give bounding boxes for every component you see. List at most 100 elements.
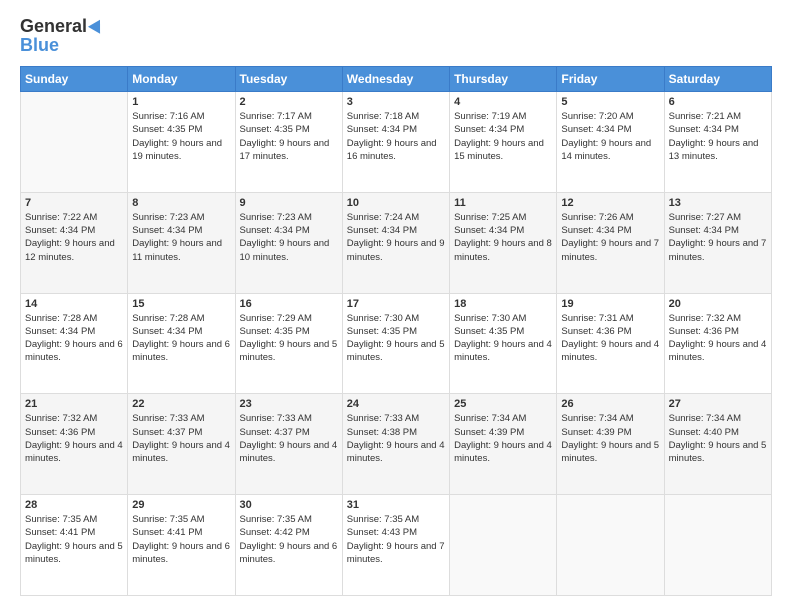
day-number: 31 [347,499,445,511]
table-row: 6 Sunrise: 7:21 AMSunset: 4:34 PMDaylight… [664,92,771,193]
day-number: 2 [240,96,338,108]
table-row: 1 Sunrise: 7:16 AMSunset: 4:35 PMDaylight… [128,92,235,193]
table-row [21,92,128,193]
day-number: 24 [347,398,445,410]
table-row: 18 Sunrise: 7:30 AMSunset: 4:35 PMDayligh… [450,293,557,394]
table-row: 23 Sunrise: 7:33 AMSunset: 4:37 PMDayligh… [235,394,342,495]
day-info: Sunrise: 7:34 AMSunset: 4:39 PMDaylight:… [454,412,552,465]
calendar-header-row: Sunday Monday Tuesday Wednesday Thursday… [21,67,772,92]
table-row: 29 Sunrise: 7:35 AMSunset: 4:41 PMDayligh… [128,495,235,596]
table-row [450,495,557,596]
day-info: Sunrise: 7:28 AMSunset: 4:34 PMDaylight:… [132,312,230,365]
day-number: 26 [561,398,659,410]
table-row: 30 Sunrise: 7:35 AMSunset: 4:42 PMDayligh… [235,495,342,596]
day-info: Sunrise: 7:35 AMSunset: 4:41 PMDaylight:… [132,513,230,566]
day-number: 12 [561,197,659,209]
day-number: 16 [240,298,338,310]
day-info: Sunrise: 7:21 AMSunset: 4:34 PMDaylight:… [669,110,767,163]
day-number: 1 [132,96,230,108]
day-number: 9 [240,197,338,209]
table-row: 19Sunrise: 7:31 AMSunset: 4:36 PMDayligh… [557,293,664,394]
day-number: 6 [669,96,767,108]
day-number: 14 [25,298,123,310]
day-number: 18 [454,298,552,310]
day-info: Sunrise: 7:30 AMSunset: 4:35 PMDaylight:… [347,312,445,365]
table-row: 10 Sunrise: 7:24 AMSunset: 4:34 PMDayligh… [342,192,449,293]
day-number: 30 [240,499,338,511]
day-number: 20 [669,298,767,310]
day-info: Sunrise: 7:23 AMSunset: 4:34 PMDaylight:… [240,211,338,264]
day-number: 28 [25,499,123,511]
table-row: 8 Sunrise: 7:23 AMSunset: 4:34 PMDaylight… [128,192,235,293]
table-row: 3Sunrise: 7:18 AMSunset: 4:34 PMDaylight… [342,92,449,193]
col-saturday: Saturday [664,67,771,92]
table-row: 25 Sunrise: 7:34 AMSunset: 4:39 PMDayligh… [450,394,557,495]
day-number: 27 [669,398,767,410]
day-number: 15 [132,298,230,310]
day-info: Sunrise: 7:22 AMSunset: 4:34 PMDaylight:… [25,211,123,264]
table-row [557,495,664,596]
table-row: 22 Sunrise: 7:33 AMSunset: 4:37 PMDayligh… [128,394,235,495]
table-row: 21 Sunrise: 7:32 AMSunset: 4:36 PMDayligh… [21,394,128,495]
table-row: 27Sunrise: 7:34 AMSunset: 4:40 PMDayligh… [664,394,771,495]
day-number: 25 [454,398,552,410]
day-number: 23 [240,398,338,410]
table-row: 9 Sunrise: 7:23 AMSunset: 4:34 PMDaylight… [235,192,342,293]
day-number: 7 [25,197,123,209]
table-row: 17 Sunrise: 7:30 AMSunset: 4:35 PMDayligh… [342,293,449,394]
day-info: Sunrise: 7:31 AMSunset: 4:36 PMDaylight:… [561,312,659,365]
day-number: 22 [132,398,230,410]
day-info: Sunrise: 7:35 AMSunset: 4:41 PMDaylight:… [25,513,123,566]
table-row: 11 Sunrise: 7:25 AMSunset: 4:34 PMDayligh… [450,192,557,293]
day-info: Sunrise: 7:34 AMSunset: 4:39 PMDaylight:… [561,412,659,465]
day-info: Sunrise: 7:25 AMSunset: 4:34 PMDaylight:… [454,211,552,264]
calendar-week-row: 7 Sunrise: 7:22 AMSunset: 4:34 PMDaylight… [21,192,772,293]
day-number: 17 [347,298,445,310]
day-number: 29 [132,499,230,511]
logo-triangle-icon [88,16,106,33]
day-info: Sunrise: 7:16 AMSunset: 4:35 PMDaylight:… [132,110,230,163]
day-info: Sunrise: 7:27 AMSunset: 4:34 PMDaylight:… [669,211,767,264]
day-info: Sunrise: 7:28 AMSunset: 4:34 PMDaylight:… [25,312,123,365]
logo-blue: Blue [20,35,59,56]
table-row: 12 Sunrise: 7:26 AMSunset: 4:34 PMDayligh… [557,192,664,293]
table-row: 13 Sunrise: 7:27 AMSunset: 4:34 PMDayligh… [664,192,771,293]
table-row: 26 Sunrise: 7:34 AMSunset: 4:39 PMDayligh… [557,394,664,495]
col-wednesday: Wednesday [342,67,449,92]
calendar-week-row: 28 Sunrise: 7:35 AMSunset: 4:41 PMDayligh… [21,495,772,596]
calendar-week-row: 14 Sunrise: 7:28 AMSunset: 4:34 PMDayligh… [21,293,772,394]
day-number: 10 [347,197,445,209]
col-sunday: Sunday [21,67,128,92]
day-number: 13 [669,197,767,209]
col-tuesday: Tuesday [235,67,342,92]
day-info: Sunrise: 7:26 AMSunset: 4:34 PMDaylight:… [561,211,659,264]
logo-general: General [20,16,87,37]
day-info: Sunrise: 7:23 AMSunset: 4:34 PMDaylight:… [132,211,230,264]
day-info: Sunrise: 7:35 AMSunset: 4:43 PMDaylight:… [347,513,445,566]
col-friday: Friday [557,67,664,92]
col-monday: Monday [128,67,235,92]
table-row: 14 Sunrise: 7:28 AMSunset: 4:34 PMDayligh… [21,293,128,394]
page: General Blue Sunday Monday Tuesday Wedne… [0,0,792,612]
day-info: Sunrise: 7:29 AMSunset: 4:35 PMDaylight:… [240,312,338,365]
day-number: 8 [132,197,230,209]
table-row: 28 Sunrise: 7:35 AMSunset: 4:41 PMDayligh… [21,495,128,596]
day-number: 21 [25,398,123,410]
table-row: 4Sunrise: 7:19 AMSunset: 4:34 PMDaylight… [450,92,557,193]
header: General Blue [20,16,772,56]
day-number: 11 [454,197,552,209]
day-info: Sunrise: 7:33 AMSunset: 4:37 PMDaylight:… [132,412,230,465]
table-row: 2 Sunrise: 7:17 AMSunset: 4:35 PMDaylight… [235,92,342,193]
day-info: Sunrise: 7:32 AMSunset: 4:36 PMDaylight:… [669,312,767,365]
calendar-table: Sunday Monday Tuesday Wednesday Thursday… [20,66,772,596]
day-info: Sunrise: 7:30 AMSunset: 4:35 PMDaylight:… [454,312,552,365]
col-thursday: Thursday [450,67,557,92]
day-info: Sunrise: 7:33 AMSunset: 4:37 PMDaylight:… [240,412,338,465]
day-number: 4 [454,96,552,108]
table-row [664,495,771,596]
day-info: Sunrise: 7:24 AMSunset: 4:34 PMDaylight:… [347,211,445,264]
day-info: Sunrise: 7:17 AMSunset: 4:35 PMDaylight:… [240,110,338,163]
day-info: Sunrise: 7:35 AMSunset: 4:42 PMDaylight:… [240,513,338,566]
calendar-week-row: 1 Sunrise: 7:16 AMSunset: 4:35 PMDaylight… [21,92,772,193]
day-info: Sunrise: 7:32 AMSunset: 4:36 PMDaylight:… [25,412,123,465]
